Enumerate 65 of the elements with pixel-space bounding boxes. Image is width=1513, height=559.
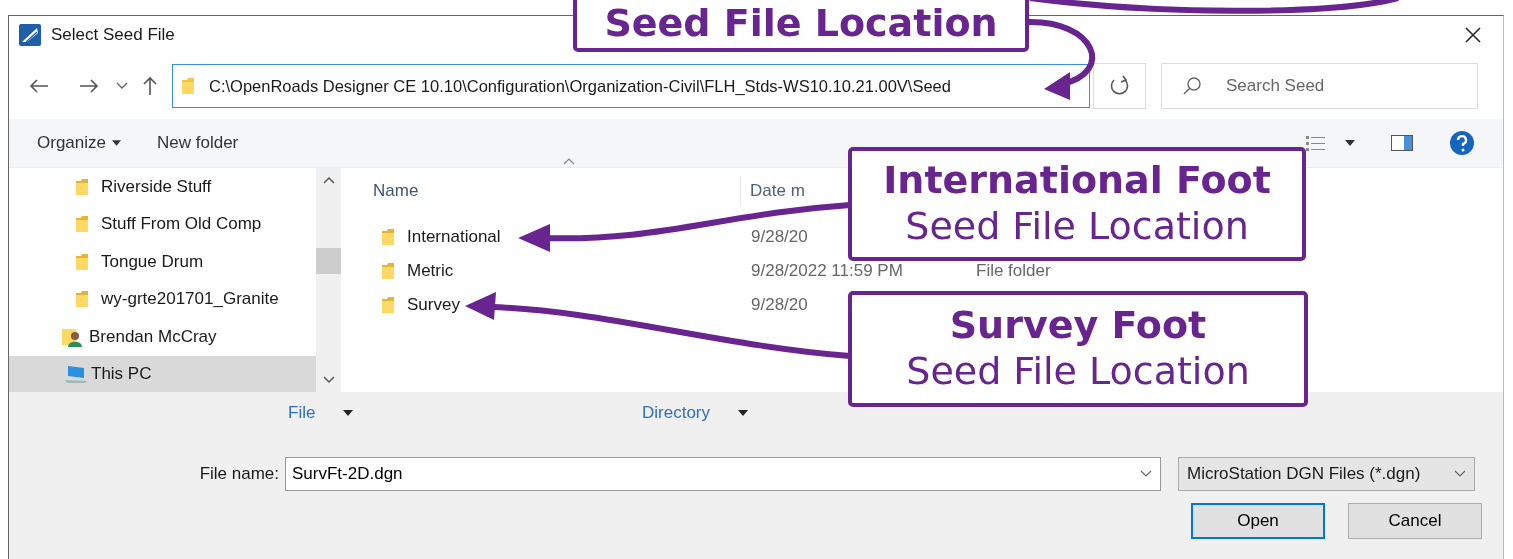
sort-caret-icon: [563, 158, 575, 165]
caret-icon[interactable]: [1345, 140, 1355, 146]
toolbar-button[interactable]: New folder: [147, 129, 249, 157]
scroll-up-icon[interactable]: [322, 176, 335, 184]
scroll-thumb[interactable]: [316, 248, 341, 274]
file-name[interactable]: Survey: [407, 295, 460, 315]
chevron-down-icon: [1140, 470, 1152, 478]
computer-icon: [65, 364, 87, 385]
folder-icon: [75, 177, 89, 196]
callout-text: International Foot: [883, 158, 1271, 204]
file-name-input[interactable]: SurvFt-2D.dgn: [290, 463, 1140, 485]
callout-text: Seed File Location: [905, 204, 1249, 250]
dialog-button[interactable]: Open: [1191, 503, 1325, 539]
caret-icon: [738, 410, 748, 416]
file-name-label: File name:: [198, 464, 279, 484]
folder-icon: [381, 296, 395, 314]
folder-icon: [75, 215, 89, 234]
close-icon[interactable]: [1465, 26, 1481, 43]
folder-icon: [75, 252, 89, 271]
nav-item[interactable]: wy-grte201701_Granite: [9, 280, 316, 318]
column-header[interactable]: Name: [341, 176, 741, 206]
user-folder-icon: [61, 326, 83, 347]
scroll-down-icon[interactable]: [322, 376, 335, 384]
file-date: 9/28/20: [751, 227, 808, 246]
column-header[interactable]: Date m: [741, 176, 805, 206]
nav-item[interactable]: Stuff From Old Comp: [9, 205, 316, 243]
back-arrow-icon[interactable]: [29, 78, 49, 94]
list-view-icon[interactable]: [1305, 134, 1327, 152]
folder-icon: [75, 290, 89, 309]
filter-dropdown[interactable]: Directory: [642, 402, 996, 424]
file-name[interactable]: International: [407, 227, 501, 247]
up-arrow-icon[interactable]: [142, 76, 158, 96]
help-icon[interactable]: [1449, 130, 1475, 156]
search-input[interactable]: Search Seed: [1224, 75, 1448, 97]
address-field[interactable]: C:\OpenRoads Designer CE 10.10\Configuration\Organization-Civil\FLH_Stds-WS10.10.21.00V\Seed: [172, 64, 1090, 108]
forward-arrow-icon[interactable]: [79, 78, 99, 94]
callout-text: Seed File Location: [604, 1, 998, 47]
refresh-icon[interactable]: [1093, 63, 1146, 109]
callout-text: Seed File Location: [906, 349, 1250, 395]
nav-item[interactable]: Riverside Stuff: [9, 168, 316, 206]
caret-icon: [112, 140, 121, 146]
search-icon: [1182, 76, 1202, 96]
file-type: File folder: [976, 261, 1051, 281]
callout-text: Survey Foot: [949, 303, 1207, 349]
search-field[interactable]: Search Seed: [1161, 63, 1478, 109]
nav-item[interactable]: Brendan McCray: [9, 318, 316, 356]
chevron-down-icon: [1454, 470, 1466, 478]
file-date: 9/28/20: [751, 295, 808, 314]
dialog-button[interactable]: Cancel: [1348, 503, 1482, 539]
file-name-field[interactable]: SurvFt-2D.dgn: [285, 457, 1161, 491]
preview-pane-icon[interactable]: [1391, 135, 1413, 151]
window-title: Select Seed File: [51, 24, 175, 45]
filter-dropdown[interactable]: File: [288, 402, 642, 424]
nav-item[interactable]: This PC: [9, 355, 316, 393]
folder-icon: [381, 262, 395, 280]
toolbar-button[interactable]: Organize: [27, 129, 131, 157]
file-name[interactable]: Metric: [407, 261, 454, 281]
file-date: 9/28/2022 11:59 PM: [751, 261, 903, 280]
caret-icon: [343, 410, 354, 416]
app-icon: [19, 23, 41, 46]
file-type-dropdown[interactable]: MicroStation DGN Files (*.dgn): [1178, 457, 1475, 491]
scrollbar[interactable]: [316, 168, 341, 392]
folder-icon: [181, 77, 195, 95]
nav-item[interactable]: Tongue Drum: [9, 243, 316, 281]
folder-icon: [381, 228, 395, 246]
